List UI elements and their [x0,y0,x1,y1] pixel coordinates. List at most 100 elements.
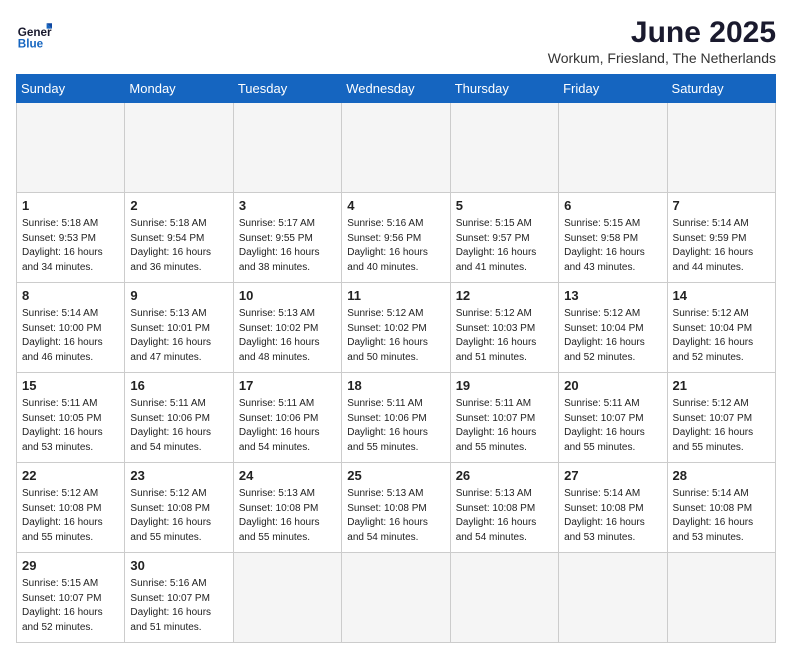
day-number: 15 [22,377,119,395]
weekday-header-sunday: Sunday [17,75,125,103]
day-number: 10 [239,287,336,305]
week-row-4: 15 Sunrise: 5:11 AMSunset: 10:05 PMDaylig… [17,373,776,463]
day-cell: 13Sunrise: 5:12 AMSunset: 10:04 PMDaylig… [559,283,667,373]
day-info: Sunrise: 5:12 AMSunset: 10:07 PMDaylight… [673,397,770,455]
day-cell: 18 Sunrise: 5:11 AMSunset: 10:06 PMDaylig… [342,373,450,463]
day-cell [450,553,558,643]
day-cell: 4 Sunrise: 5:16 AMSunset: 9:56 PMDaylight… [342,193,450,283]
day-number: 14 [673,287,770,305]
weekday-header-saturday: Saturday [667,75,775,103]
day-number: 20 [564,377,661,395]
day-info: Sunrise: 5:14 AMSunset: 10:08 PMDaylight… [673,487,770,545]
day-info: Sunrise: 5:16 AMSunset: 9:56 PMDaylight:… [347,217,444,275]
week-row-1 [17,103,776,193]
day-cell: 3 Sunrise: 5:17 AMSunset: 9:55 PMDaylight… [233,193,341,283]
day-cell [233,103,341,193]
day-number: 12 [456,287,553,305]
day-info: Sunrise: 5:15 AMSunset: 9:57 PMDaylight:… [456,217,553,275]
day-info: Sunrise: 5:13 AMSunset: 10:08 PMDaylight… [239,487,336,545]
day-cell: 8Sunrise: 5:14 AMSunset: 10:00 PMDayligh… [17,283,125,373]
day-info: Sunrise: 5:18 AMSunset: 9:53 PMDaylight:… [22,217,119,275]
week-row-6: 29 Sunrise: 5:15 AMSunset: 10:07 PMDaylig… [17,553,776,643]
day-cell: 27 Sunrise: 5:14 AMSunset: 10:08 PMDaylig… [559,463,667,553]
day-number: 27 [564,467,661,485]
day-cell: 23Sunrise: 5:12 AMSunset: 10:08 PMDaylig… [125,463,233,553]
day-number: 26 [456,467,553,485]
day-number: 6 [564,197,661,215]
day-cell [233,553,341,643]
day-info: Sunrise: 5:12 AMSunset: 10:03 PMDaylight… [456,307,553,365]
day-cell: 19 Sunrise: 5:11 AMSunset: 10:07 PMDaylig… [450,373,558,463]
day-cell [450,103,558,193]
day-cell: 1 Sunrise: 5:18 AMSunset: 9:53 PMDaylight… [17,193,125,283]
day-info: Sunrise: 5:17 AMSunset: 9:55 PMDaylight:… [239,217,336,275]
day-info: Sunrise: 5:12 AMSunset: 10:04 PMDaylight… [564,307,661,365]
day-number: 29 [22,557,119,575]
day-info: Sunrise: 5:12 AMSunset: 10:08 PMDaylight… [22,487,119,545]
day-number: 18 [347,377,444,395]
weekday-header-row: SundayMondayTuesdayWednesdayThursdayFrid… [17,75,776,103]
day-cell: 9 Sunrise: 5:13 AMSunset: 10:01 PMDayligh… [125,283,233,373]
day-number: 21 [673,377,770,395]
day-info: Sunrise: 5:12 AMSunset: 10:02 PMDaylight… [347,307,444,365]
day-cell: 15 Sunrise: 5:11 AMSunset: 10:05 PMDaylig… [17,373,125,463]
day-cell: 6 Sunrise: 5:15 AMSunset: 9:58 PMDaylight… [559,193,667,283]
day-number: 9 [130,287,227,305]
day-cell: 16Sunrise: 5:11 AMSunset: 10:06 PMDaylig… [125,373,233,463]
week-row-2: 1 Sunrise: 5:18 AMSunset: 9:53 PMDaylight… [17,193,776,283]
logo-icon: General Blue [16,16,52,52]
day-cell: 26Sunrise: 5:13 AMSunset: 10:08 PMDaylig… [450,463,558,553]
location: Workum, Friesland, The Netherlands [548,50,776,66]
day-cell [559,103,667,193]
day-cell: 10 Sunrise: 5:13 AMSunset: 10:02 PMDaylig… [233,283,341,373]
day-number: 30 [130,557,227,575]
day-number: 28 [673,467,770,485]
day-cell [17,103,125,193]
day-cell [342,103,450,193]
day-cell [559,553,667,643]
day-info: Sunrise: 5:18 AMSunset: 9:54 PMDaylight:… [130,217,227,275]
day-cell: 17Sunrise: 5:11 AMSunset: 10:06 PMDaylig… [233,373,341,463]
day-number: 3 [239,197,336,215]
day-info: Sunrise: 5:13 AMSunset: 10:01 PMDaylight… [130,307,227,365]
day-info: Sunrise: 5:11 AMSunset: 10:07 PMDaylight… [456,397,553,455]
day-number: 19 [456,377,553,395]
day-cell: 24 Sunrise: 5:13 AMSunset: 10:08 PMDaylig… [233,463,341,553]
day-info: Sunrise: 5:12 AMSunset: 10:04 PMDaylight… [673,307,770,365]
title-block: June 2025 Workum, Friesland, The Netherl… [548,16,776,66]
day-cell [342,553,450,643]
day-cell: 21 Sunrise: 5:12 AMSunset: 10:07 PMDaylig… [667,373,775,463]
day-cell: 20 Sunrise: 5:11 AMSunset: 10:07 PMDaylig… [559,373,667,463]
weekday-header-friday: Friday [559,75,667,103]
day-cell [125,103,233,193]
day-info: Sunrise: 5:11 AMSunset: 10:05 PMDaylight… [22,397,119,455]
day-cell: 11Sunrise: 5:12 AMSunset: 10:02 PMDaylig… [342,283,450,373]
day-info: Sunrise: 5:11 AMSunset: 10:06 PMDaylight… [347,397,444,455]
day-number: 22 [22,467,119,485]
day-info: Sunrise: 5:14 AMSunset: 10:08 PMDaylight… [564,487,661,545]
day-cell: 28 Sunrise: 5:14 AMSunset: 10:08 PMDaylig… [667,463,775,553]
day-number: 4 [347,197,444,215]
day-info: Sunrise: 5:11 AMSunset: 10:07 PMDaylight… [564,397,661,455]
day-number: 24 [239,467,336,485]
weekday-header-tuesday: Tuesday [233,75,341,103]
day-cell: 14 Sunrise: 5:12 AMSunset: 10:04 PMDaylig… [667,283,775,373]
day-cell [667,553,775,643]
day-info: Sunrise: 5:13 AMSunset: 10:02 PMDaylight… [239,307,336,365]
svg-text:Blue: Blue [18,38,44,51]
day-info: Sunrise: 5:15 AMSunset: 9:58 PMDaylight:… [564,217,661,275]
day-cell: 12 Sunrise: 5:12 AMSunset: 10:03 PMDaylig… [450,283,558,373]
day-number: 5 [456,197,553,215]
day-info: Sunrise: 5:14 AMSunset: 10:00 PMDaylight… [22,307,119,365]
week-row-3: 8Sunrise: 5:14 AMSunset: 10:00 PMDayligh… [17,283,776,373]
header: General Blue June 2025 Workum, Friesland… [16,16,776,66]
calendar: SundayMondayTuesdayWednesdayThursdayFrid… [16,74,776,643]
day-info: Sunrise: 5:15 AMSunset: 10:07 PMDaylight… [22,577,119,635]
week-row-5: 22 Sunrise: 5:12 AMSunset: 10:08 PMDaylig… [17,463,776,553]
day-number: 17 [239,377,336,395]
day-info: Sunrise: 5:11 AMSunset: 10:06 PMDaylight… [130,397,227,455]
weekday-header-thursday: Thursday [450,75,558,103]
day-number: 1 [22,197,119,215]
day-number: 25 [347,467,444,485]
day-cell: 30Sunrise: 5:16 AMSunset: 10:07 PMDaylig… [125,553,233,643]
